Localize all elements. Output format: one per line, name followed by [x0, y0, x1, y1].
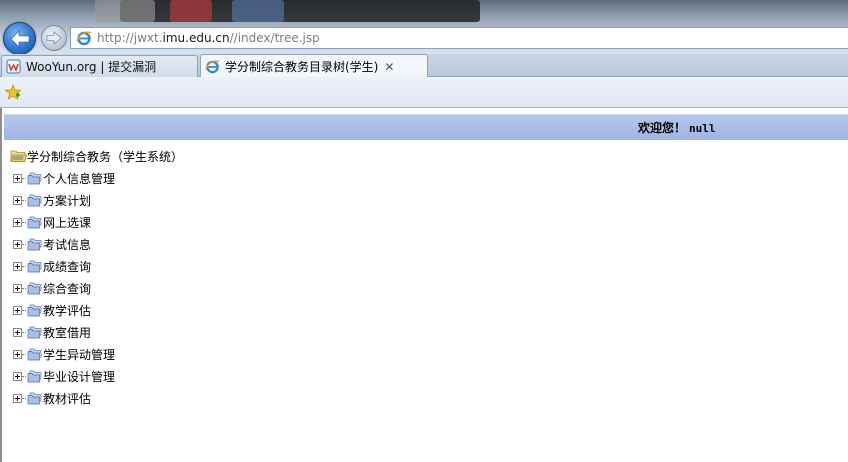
tree-item[interactable]: 网上选课 — [10, 212, 91, 232]
page-content: 欢迎您！ null 学分制综合教务（学生系统） 个人信息管理 方案计划网上选课考试信… — [0, 108, 848, 462]
tree-item-label: 教室借用 — [43, 325, 92, 340]
plus-box-icon[interactable] — [13, 195, 22, 205]
favorites-bar — [0, 77, 848, 108]
tab-close-icon[interactable]: ✕ — [384, 60, 394, 74]
folder-stack-icon — [27, 238, 42, 250]
desktop-background-shape — [170, 0, 212, 22]
folder-stack-icon — [27, 194, 42, 206]
tree-item[interactable]: 方案计划 — [10, 190, 91, 210]
welcome-message: 欢迎您！ null — [638, 119, 716, 136]
header-band: 欢迎您！ null — [4, 114, 848, 140]
tree-connector — [22, 243, 26, 245]
tree-item-label: 网上选课 — [43, 215, 92, 230]
tree-item-label: 教学评估 — [43, 303, 92, 318]
plus-box-icon[interactable] — [13, 283, 22, 293]
plus-box-icon[interactable] — [13, 239, 22, 249]
tree-item[interactable]: 教学评估 — [10, 300, 91, 320]
tree-item[interactable]: 学生异动管理 — [10, 344, 115, 364]
folder-stack-icon — [27, 348, 42, 360]
plus-box-icon[interactable] — [13, 371, 22, 381]
tree-item[interactable]: 成绩查询 — [10, 256, 91, 276]
url-path: //index/tree.jsp — [229, 31, 320, 45]
browser-window: http://jwxt.imu.edu.cn//index/tree.jsp W… — [0, 0, 848, 462]
tree-root-label: 学分制综合教务（学生系统） — [27, 149, 184, 164]
tree-item-label: 学生异动管理 — [43, 347, 116, 362]
wooyun-favicon-icon — [6, 59, 21, 74]
tab-wooyun[interactable]: WooYun.org | 提交漏洞 — [1, 55, 198, 77]
tree-connector — [22, 265, 26, 267]
tree-item-label: 毕业设计管理 — [43, 369, 116, 384]
open-folder-icon — [10, 150, 27, 162]
plus-box-icon[interactable] — [13, 327, 22, 337]
address-bar[interactable]: http://jwxt.imu.edu.cn//index/tree.jsp — [70, 27, 848, 49]
tree-item-label: 个人信息管理 — [43, 171, 116, 186]
favorites-star-icon[interactable] — [5, 84, 22, 101]
tree-connector — [22, 177, 26, 179]
tree-item[interactable]: 综合查询 — [10, 278, 91, 298]
desktop-background-shape — [95, 0, 155, 22]
tab-label: WooYun.org | 提交漏洞 — [26, 60, 157, 74]
tree-connector — [22, 199, 26, 201]
tree-connector — [22, 287, 26, 289]
url-prefix: http://jwxt. — [97, 31, 163, 45]
tree-connector — [22, 353, 26, 355]
tree-connector — [22, 221, 26, 223]
tree-item-label: 方案计划 — [43, 193, 92, 208]
folder-stack-icon — [27, 304, 42, 316]
tree-item[interactable]: 个人信息管理 — [10, 168, 115, 188]
folder-stack-icon — [27, 282, 42, 294]
plus-box-icon[interactable] — [13, 261, 22, 271]
internet-explorer-icon — [205, 60, 220, 74]
tab-label: 学分制综合教务目录树(学生) — [225, 60, 379, 74]
back-arrow-icon — [10, 29, 29, 48]
tree-item-label: 综合查询 — [43, 281, 92, 296]
folder-stack-icon — [27, 260, 42, 272]
tree-item-label: 成绩查询 — [43, 259, 92, 274]
tree-connector — [22, 309, 26, 311]
tree-item[interactable]: 考试信息 — [10, 234, 91, 254]
desktop-background-shape — [232, 0, 284, 22]
folder-stack-icon — [27, 172, 42, 184]
folder-stack-icon — [27, 392, 42, 404]
folder-stack-icon — [27, 326, 42, 338]
back-button[interactable] — [3, 22, 36, 55]
address-url: http://jwxt.imu.edu.cn//index/tree.jsp — [97, 31, 320, 45]
tree-item-label: 教材评估 — [43, 391, 92, 406]
tree-item[interactable]: 毕业设计管理 — [10, 366, 115, 386]
internet-explorer-icon — [76, 31, 92, 46]
plus-box-icon[interactable] — [13, 173, 22, 183]
plus-box-icon[interactable] — [13, 217, 22, 227]
tree-item[interactable]: 教室借用 — [10, 322, 91, 342]
url-domain: imu.edu.cn — [162, 31, 230, 45]
plus-box-icon[interactable] — [13, 305, 22, 315]
browser-title-area: http://jwxt.imu.edu.cn//index/tree.jsp — [0, 0, 848, 55]
tab-tree[interactable]: 学分制综合教务目录树(学生) ✕ — [200, 54, 428, 78]
welcome-text: 欢迎您！ — [638, 121, 687, 135]
plus-box-icon[interactable] — [13, 349, 22, 359]
tree-connector — [22, 397, 26, 399]
plus-box-icon[interactable] — [13, 393, 22, 403]
tab-strip: WooYun.org | 提交漏洞 学分制综合教务目录树(学生) ✕ — [0, 54, 848, 78]
tree-item-label: 考试信息 — [43, 237, 92, 252]
forward-arrow-icon — [46, 31, 62, 45]
tree-connector — [22, 375, 26, 377]
tree-item[interactable]: 教材评估 — [10, 388, 91, 408]
folder-stack-icon — [27, 216, 42, 228]
forward-button[interactable] — [41, 25, 67, 51]
tree-connector — [22, 331, 26, 333]
folder-stack-icon — [27, 370, 42, 382]
username: null — [689, 122, 716, 135]
tree-root[interactable]: 学分制综合教务（学生系统） — [10, 146, 183, 166]
